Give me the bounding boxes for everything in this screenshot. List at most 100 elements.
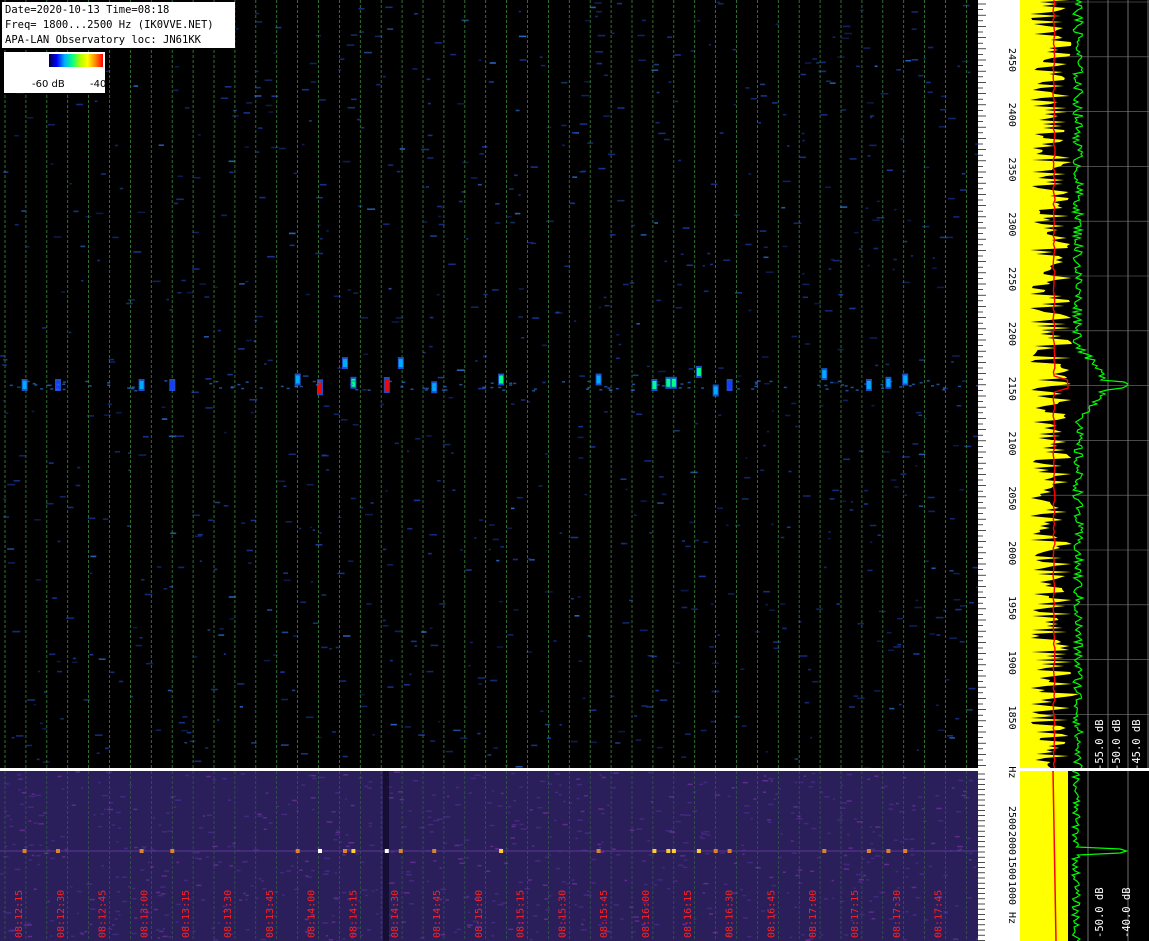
bottom-noise-speck xyxy=(778,856,782,859)
noise-speck xyxy=(429,316,434,319)
noise-speck xyxy=(518,194,521,196)
noise-speck xyxy=(815,608,823,610)
bottom-noise-speck xyxy=(583,894,590,896)
bottom-noise-speck xyxy=(599,846,602,849)
noise-speck xyxy=(300,601,307,604)
noise-speck xyxy=(828,268,832,270)
noise-speck xyxy=(365,513,373,516)
bottom-noise-speck xyxy=(335,792,340,794)
bottom-noise-speck xyxy=(624,879,628,882)
bottom-noise-speck xyxy=(562,823,568,826)
bottom-noise-speck xyxy=(433,819,440,822)
bottom-noise-speck xyxy=(973,866,977,868)
echo-core xyxy=(295,375,300,384)
bottom-noise-speck xyxy=(797,869,803,871)
noise-speck xyxy=(842,500,847,503)
noise-speck xyxy=(462,161,469,164)
noise-speck xyxy=(243,112,250,114)
noise-speck xyxy=(12,630,21,633)
noise-speck xyxy=(561,81,568,84)
frequency-label: 2050 xyxy=(1006,486,1017,510)
noise-speck xyxy=(298,527,302,530)
time-label: 08:17:30 xyxy=(892,890,903,938)
noise-speck xyxy=(36,758,40,761)
noise-speck xyxy=(394,442,399,445)
noise-speck xyxy=(293,172,297,175)
noise-speck xyxy=(388,287,392,290)
bottom-noise-speck xyxy=(535,860,541,862)
bottom-noise-speck xyxy=(367,929,371,931)
noise-speck xyxy=(283,572,288,574)
frequency-label: 2200 xyxy=(1006,322,1017,346)
noise-speck xyxy=(874,690,881,692)
noise-speck xyxy=(152,280,161,283)
bottom-echo xyxy=(56,849,60,853)
bottom-noise-speck xyxy=(510,837,515,839)
bottom-noise-speck xyxy=(547,783,552,785)
noise-speck xyxy=(913,653,920,655)
bottom-noise-speck xyxy=(928,865,932,868)
noise-speck xyxy=(115,144,118,147)
noise-speck xyxy=(597,34,606,37)
bottom-noise-speck xyxy=(915,862,919,864)
noise-speck xyxy=(214,286,218,289)
bottom-noise-speck xyxy=(870,857,875,860)
bottom-noise-speck xyxy=(511,772,515,775)
noise-speck xyxy=(596,10,602,13)
noise-speck xyxy=(867,569,873,572)
noise-speck xyxy=(239,283,245,285)
noise-speck xyxy=(870,541,873,543)
bottom-echo xyxy=(696,849,701,853)
noise-speck xyxy=(867,264,870,267)
bottom-noise-speck xyxy=(544,918,548,920)
bottom-noise-speck xyxy=(454,844,460,847)
noise-speck xyxy=(255,315,263,318)
bottom-noise-speck xyxy=(156,929,160,931)
noise-speck xyxy=(217,329,221,332)
noise-speck xyxy=(81,279,84,282)
frequency-label: 1850 xyxy=(1006,706,1017,730)
echo-core xyxy=(866,381,871,389)
bottom-noise-speck xyxy=(47,900,50,903)
bottom-echo xyxy=(384,849,389,853)
bottom-noise-speck xyxy=(871,918,876,920)
noise-speck xyxy=(42,728,48,730)
band-speck xyxy=(299,385,303,388)
noise-speck xyxy=(385,6,393,9)
noise-speck xyxy=(570,597,574,600)
noise-speck xyxy=(280,671,285,673)
bottom-noise-speck xyxy=(497,903,504,906)
noise-speck xyxy=(434,42,443,44)
noise-speck xyxy=(508,188,514,190)
noise-speck xyxy=(702,265,705,267)
noise-speck xyxy=(372,734,375,736)
noise-speck xyxy=(119,187,124,190)
noise-speck xyxy=(859,248,862,250)
bottom-noise-speck xyxy=(290,865,294,867)
bottom-noise-speck xyxy=(166,812,170,814)
bottom-noise-speck xyxy=(323,873,329,875)
bottom-noise-speck xyxy=(455,786,460,789)
bottom-echo xyxy=(170,849,175,853)
noise-speck xyxy=(133,251,142,253)
noise-speck xyxy=(668,81,672,83)
noise-speck xyxy=(448,396,453,399)
noise-speck xyxy=(211,688,218,691)
band-speck xyxy=(908,385,912,387)
bottom-noise-speck xyxy=(706,907,713,910)
noise-speck xyxy=(186,291,193,294)
time-label: 08:13:30 xyxy=(223,890,234,938)
bottom-noise-speck xyxy=(633,916,639,918)
bottom-noise-speck xyxy=(558,794,562,796)
bottom-noise-speck xyxy=(305,860,309,863)
bottom-noise-speck xyxy=(572,883,578,885)
bottom-noise-speck xyxy=(28,859,32,861)
noise-speck xyxy=(695,422,699,425)
noise-speck xyxy=(133,85,139,87)
band-speck xyxy=(286,387,290,390)
bottom-noise-speck xyxy=(896,802,899,805)
noise-speck xyxy=(184,107,190,109)
bottom-noise-speck xyxy=(924,919,928,921)
bottom-noise-speck xyxy=(811,827,817,830)
bottom-noise-speck xyxy=(350,804,355,807)
